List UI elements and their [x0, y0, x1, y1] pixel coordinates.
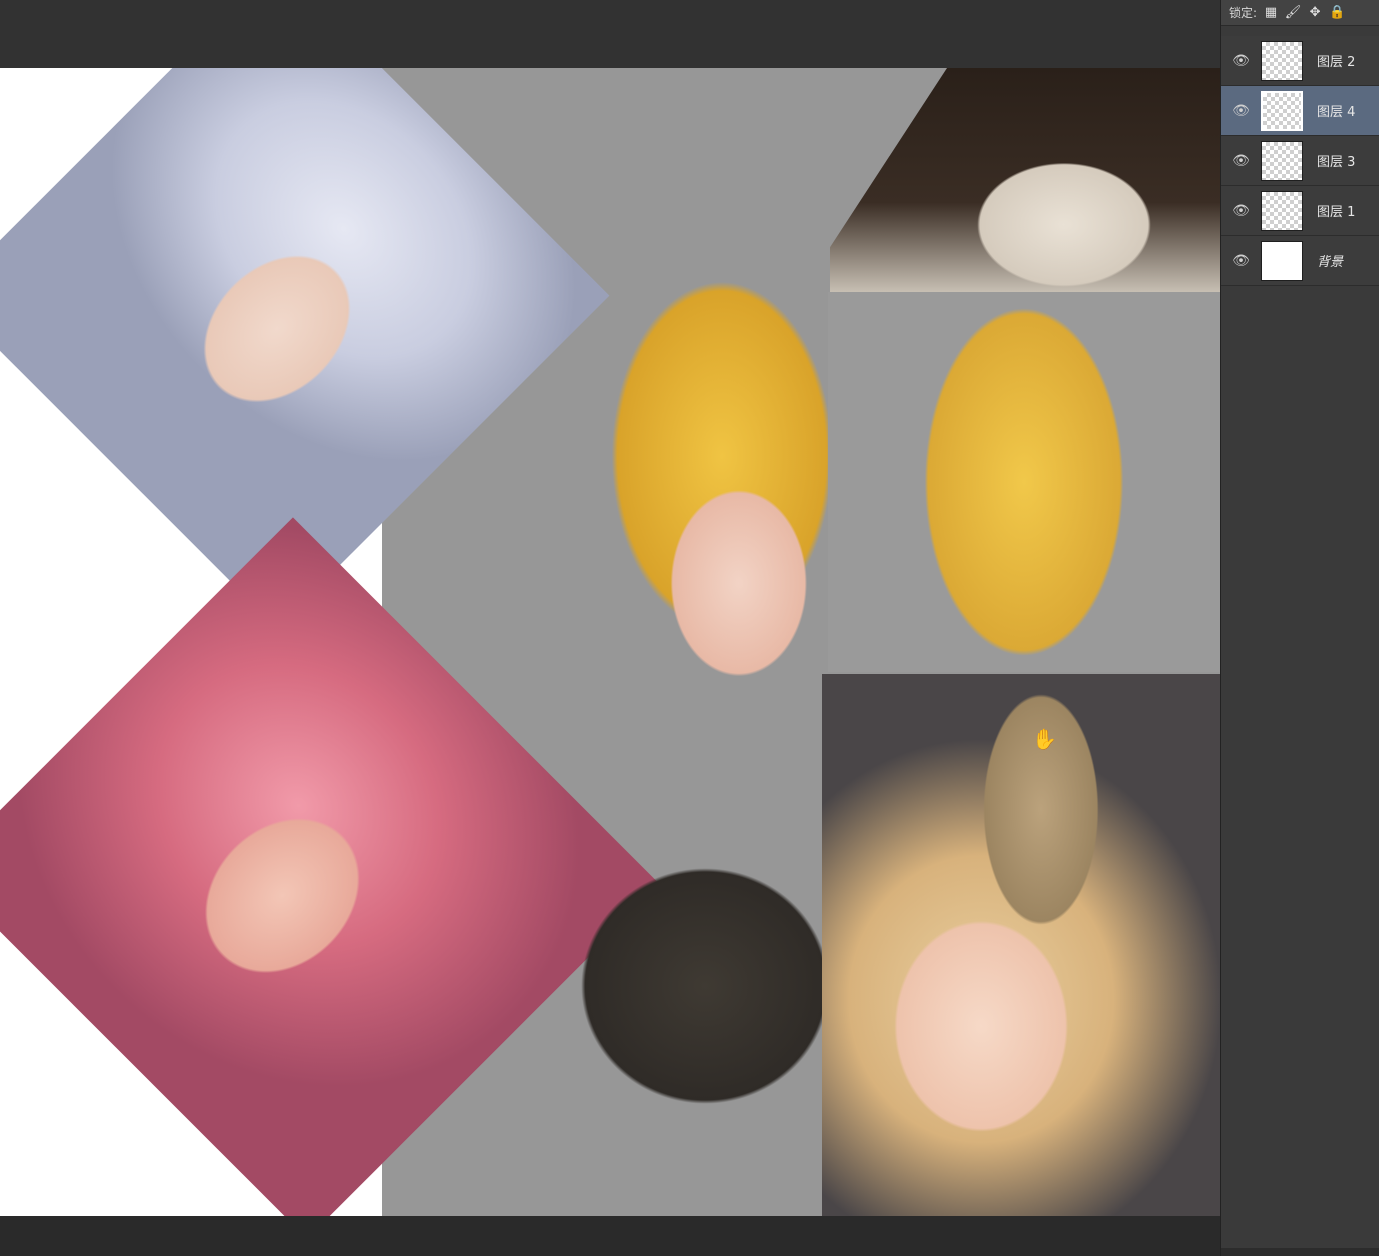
status-bar — [0, 1216, 1220, 1256]
eye-icon[interactable]: 👁 — [1221, 103, 1261, 119]
layer-thumbnail — [1261, 240, 1303, 281]
layer-row-1[interactable]: 👁 图层 1 — [1221, 186, 1379, 236]
layer-thumbnail — [1261, 40, 1303, 81]
hand-cursor-icon: ✋ — [1032, 727, 1057, 751]
eye-icon[interactable]: 👁 — [1221, 53, 1261, 69]
artwork-horned-girl-portrait[interactable] — [822, 674, 1220, 1216]
layer-row-4[interactable]: 👁 图层 4 — [1221, 86, 1379, 136]
options-bar — [0, 0, 1220, 68]
eye-icon[interactable]: 👁 — [1221, 153, 1261, 169]
layer-row-3[interactable]: 👁 图层 3 — [1221, 136, 1379, 186]
layer-thumbnail — [1261, 90, 1303, 131]
artwork-blonde-hair-detail[interactable] — [828, 292, 1220, 672]
layer-row-background[interactable]: 👁 背景 — [1221, 236, 1379, 286]
layer-name: 背景 — [1317, 255, 1344, 270]
layer-name: 图层 3 — [1317, 155, 1356, 170]
layer-name: 图层 2 — [1317, 55, 1356, 70]
lock-all-icon[interactable]: 🔒 — [1329, 5, 1345, 21]
lock-label: 锁定: — [1229, 6, 1258, 20]
lock-transparent-pixels-icon[interactable]: ▦ — [1263, 5, 1279, 21]
lock-row: 锁定: ▦ 🖌 ✥ 🔒 — [1221, 0, 1379, 26]
layer-thumbnail — [1261, 140, 1303, 181]
lock-position-icon[interactable]: ✥ — [1307, 5, 1323, 21]
layer-row-2[interactable]: 👁 图层 2 — [1221, 36, 1379, 86]
layer-thumbnail — [1261, 190, 1303, 231]
panel-footer — [1221, 1248, 1379, 1256]
layers-list: 👁 图层 2 👁 图层 4 👁 图层 3 👁 图层 1 👁 背景 — [1221, 36, 1379, 286]
layer-name: 图层 1 — [1317, 205, 1356, 220]
layer-name: 图层 4 — [1317, 105, 1356, 120]
lock-image-pixels-icon[interactable]: 🖌 — [1285, 5, 1302, 21]
layers-panel: 锁定: ▦ 🖌 ✥ 🔒 👁 图层 2 👁 图层 4 👁 图层 3 👁 图层 1 … — [1220, 0, 1379, 1256]
eye-icon[interactable]: 👁 — [1221, 203, 1261, 219]
photoshop-window: ✋ 锁定: ▦ 🖌 ✥ 🔒 👁 图层 2 👁 图层 4 👁 图层 3 👁 图层 … — [0, 0, 1379, 1256]
eye-icon[interactable]: 👁 — [1221, 253, 1261, 269]
document-canvas[interactable] — [0, 68, 1220, 1216]
